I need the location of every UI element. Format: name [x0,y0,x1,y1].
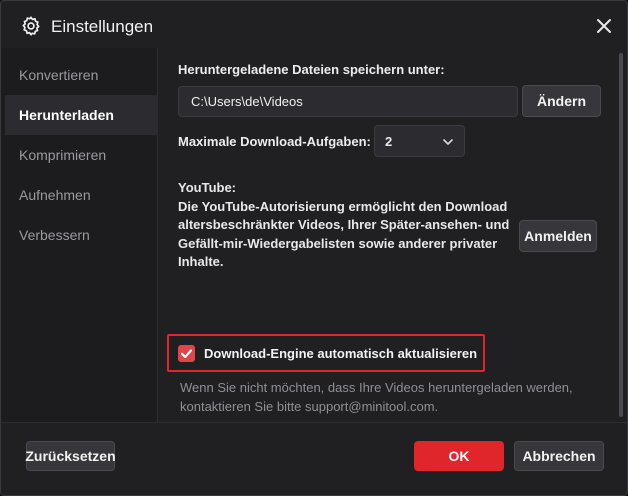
dialog-title: Einstellungen [51,17,154,36]
sidebar-item-label: Konvertieren [19,67,99,83]
gear-icon [22,16,40,36]
sidebar-item-komprimieren[interactable]: Komprimieren [5,135,158,175]
scrollbar-thumb[interactable] [619,53,623,417]
max-tasks-select[interactable]: 2 [374,125,465,157]
info-text: Wenn Sie nicht möchten, dass Ihre Videos… [180,378,573,416]
chevron-down-icon [443,139,453,145]
settings-dialog: Einstellungen Konvertieren Herunterladen… [0,0,628,496]
sidebar-item-label: Herunterladen [19,107,114,123]
youtube-text-line: Inhalte. [178,254,224,269]
sidebar-item-aufnehmen[interactable]: Aufnehmen [5,175,158,215]
youtube-text-line: Die YouTube-Autorisierung ermöglicht den… [178,198,508,214]
youtube-description: YouTube: Die YouTube-Autorisierung ermög… [178,179,510,272]
sidebar: Konvertieren Herunterladen Komprimieren … [1,48,158,422]
youtube-title: YouTube: [178,180,237,195]
sidebar-item-konvertieren[interactable]: Konvertieren [5,55,158,95]
check-icon [180,349,193,359]
max-tasks-label: Maximale Download-Aufgaben: [178,134,371,149]
auto-update-checkbox[interactable] [178,345,195,362]
close-icon[interactable] [593,15,615,37]
save-location-label: Heruntergeladene Dateien speichern unter… [178,62,445,77]
sidebar-item-herunterladen[interactable]: Herunterladen [5,95,158,135]
login-button[interactable]: Anmelden [519,220,597,252]
dialog-footer: Zurücksetzen OK Abbrechen [1,422,627,495]
ok-button[interactable]: OK [414,441,504,471]
sidebar-item-label: Verbessern [19,227,90,243]
youtube-text-line: Gefällt-mir-Wiedergabelisten sowie ander… [178,235,498,251]
info-line: kontaktieren Sie bitte support@minitool.… [180,399,439,414]
reset-button[interactable]: Zurücksetzen [25,441,116,471]
sidebar-item-label: Aufnehmen [19,187,91,203]
info-line: Wenn Sie nicht möchten, dass Ihre Videos… [180,380,573,395]
sidebar-item-verbessern[interactable]: Verbessern [5,215,158,255]
auto-update-label[interactable]: Download-Engine automatisch aktualisiere… [204,346,477,361]
sidebar-item-label: Komprimieren [19,147,107,163]
title-bar: Einstellungen [1,1,627,48]
max-tasks-value: 2 [385,133,393,149]
save-path-input[interactable] [178,86,518,117]
cancel-button[interactable]: Abbrechen [514,441,604,471]
change-path-button[interactable]: Ändern [522,85,601,117]
youtube-text-line: altersbeschränkter Videos, Ihrer Später-… [178,217,510,232]
